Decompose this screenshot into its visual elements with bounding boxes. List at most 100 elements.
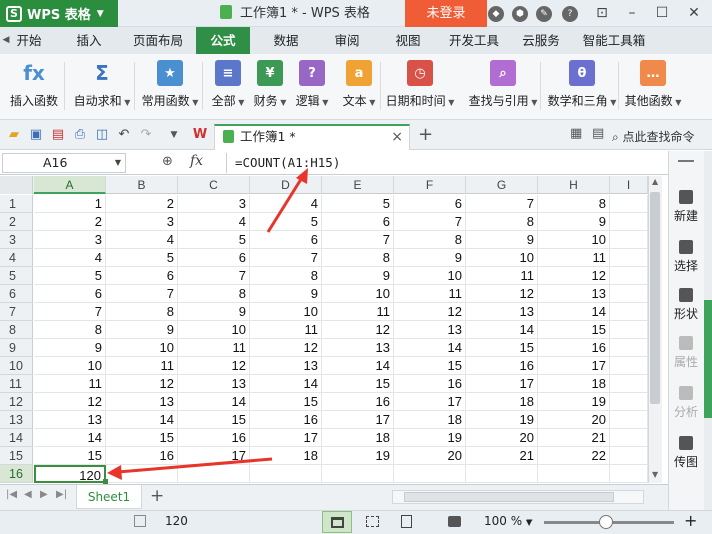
zoom-slider-handle[interactable] [599, 515, 613, 529]
normal-view-button[interactable] [322, 511, 352, 533]
cell-d4[interactable]: 7 [250, 249, 322, 267]
task-pane-select-button[interactable]: 选择 [668, 240, 704, 274]
row-header-1[interactable]: 1 [0, 195, 33, 213]
cell-h7[interactable]: 14 [538, 303, 610, 321]
cell-i8[interactable] [610, 321, 648, 339]
column-header-g[interactable]: G [466, 176, 538, 194]
cell-f5[interactable]: 10 [394, 267, 466, 285]
tab-smart-tools[interactable]: 智能工具箱 [578, 27, 650, 54]
row-header-8[interactable]: 8 [0, 321, 33, 339]
cell-c4[interactable]: 6 [178, 249, 250, 267]
cell-d15[interactable]: 18 [250, 447, 322, 465]
cell-f12[interactable]: 17 [394, 393, 466, 411]
cell-f10[interactable]: 15 [394, 357, 466, 375]
redo-icon[interactable]: ↷ [138, 127, 154, 143]
maximize-icon[interactable]: ☐ [648, 0, 676, 27]
settings-icon[interactable]: ⬢ [512, 6, 528, 22]
cell-a4[interactable]: 4 [34, 249, 106, 267]
cell-g14[interactable]: 20 [466, 429, 538, 447]
document-tab[interactable]: 工作簿1 * × [214, 124, 410, 150]
cell-c2[interactable]: 4 [178, 213, 250, 231]
ribbon-button-star-function[interactable]: ★ 常用函数 ▼ [138, 58, 202, 116]
cell-c10[interactable]: 12 [178, 357, 250, 375]
cell-b3[interactable]: 4 [106, 231, 178, 249]
cell-h8[interactable]: 15 [538, 321, 610, 339]
tile-windows-icon[interactable]: ▦ [570, 126, 582, 141]
cell-f2[interactable]: 7 [394, 213, 466, 231]
cell-f13[interactable]: 18 [394, 411, 466, 429]
skin-icon[interactable]: ◆ [488, 6, 504, 22]
cell-d8[interactable]: 11 [250, 321, 322, 339]
cell-g6[interactable]: 12 [466, 285, 538, 303]
tab-cloud[interactable]: 云服务 [516, 27, 566, 54]
cell-i4[interactable] [610, 249, 648, 267]
chevron-left-icon[interactable]: ◀ [0, 27, 12, 54]
cell-i3[interactable] [610, 231, 648, 249]
cell-e7[interactable]: 11 [322, 303, 394, 321]
cell-i11[interactable] [610, 375, 648, 393]
cell-a16[interactable]: 120 [34, 465, 106, 483]
login-button[interactable]: 未登录 [405, 0, 487, 27]
new-tab-button[interactable]: + [418, 124, 433, 145]
print-preview-icon[interactable]: ◫ [94, 127, 110, 143]
cell-c15[interactable]: 17 [178, 447, 250, 465]
cell-a14[interactable]: 14 [34, 429, 106, 447]
cell-d9[interactable]: 12 [250, 339, 322, 357]
cell-d3[interactable]: 6 [250, 231, 322, 249]
task-pane-shape-button[interactable]: 形状 [668, 288, 704, 322]
cell-i1[interactable] [610, 195, 648, 213]
cell-i14[interactable] [610, 429, 648, 447]
horizontal-scroll-thumb[interactable] [404, 492, 614, 502]
cell-i9[interactable] [610, 339, 648, 357]
cell-d2[interactable]: 5 [250, 213, 322, 231]
column-header-f[interactable]: F [394, 176, 466, 194]
column-header-h[interactable]: H [538, 176, 610, 194]
task-pane-analysis-button[interactable]: 分析 [668, 386, 704, 420]
cell-e13[interactable]: 17 [322, 411, 394, 429]
window-list-icon[interactable]: ▤ [592, 126, 604, 141]
row-header-16[interactable]: 16 [0, 465, 33, 483]
cell-b11[interactable]: 12 [106, 375, 178, 393]
zoom-out-icon[interactable]: – [526, 512, 533, 528]
ribbon-button-lookup[interactable]: ⌕ 查找与引用 ▼ [462, 58, 544, 116]
cell-e16[interactable] [322, 465, 394, 483]
add-sheet-button[interactable]: + [150, 486, 164, 506]
help-icon[interactable]: ? [562, 6, 578, 22]
cell-a11[interactable]: 11 [34, 375, 106, 393]
cell-f1[interactable]: 6 [394, 195, 466, 213]
last-sheet-icon[interactable]: ▶| [56, 489, 67, 500]
cell-i12[interactable] [610, 393, 648, 411]
vertical-scroll-thumb[interactable] [650, 192, 660, 404]
restore-ribbon-icon[interactable]: ⊡ [588, 0, 616, 27]
ribbon-button-logic[interactable]: ? 逻辑 ▼ [294, 58, 330, 116]
task-pane-toggle[interactable] [704, 300, 712, 418]
row-header-15[interactable]: 15 [0, 447, 33, 465]
cell-d13[interactable]: 16 [250, 411, 322, 429]
cell-h3[interactable]: 10 [538, 231, 610, 249]
column-header-e[interactable]: E [322, 176, 394, 194]
cell-b12[interactable]: 13 [106, 393, 178, 411]
select-all-corner[interactable] [0, 176, 33, 194]
next-sheet-icon[interactable]: ▶ [40, 489, 48, 500]
prev-sheet-icon[interactable]: ◀ [24, 489, 32, 500]
cell-b7[interactable]: 8 [106, 303, 178, 321]
cell-g7[interactable]: 13 [466, 303, 538, 321]
ribbon-button-clock[interactable]: ◷ 日期和时间 ▼ [384, 58, 456, 116]
ribbon-button-text[interactable]: a 文本 ▼ [336, 58, 382, 116]
cell-i6[interactable] [610, 285, 648, 303]
cell-d12[interactable]: 15 [250, 393, 322, 411]
cell-e5[interactable]: 9 [322, 267, 394, 285]
cell-i7[interactable] [610, 303, 648, 321]
column-header-a[interactable]: A [34, 176, 106, 194]
cell-c3[interactable]: 5 [178, 231, 250, 249]
cell-b13[interactable]: 14 [106, 411, 178, 429]
cell-g5[interactable]: 11 [466, 267, 538, 285]
cell-b5[interactable]: 6 [106, 267, 178, 285]
cell-f7[interactable]: 12 [394, 303, 466, 321]
export-pdf-icon[interactable]: ▤ [50, 127, 66, 143]
reading-mode-button[interactable] [440, 511, 470, 533]
tab-developer[interactable]: 开发工具 [444, 27, 504, 54]
cell-e6[interactable]: 10 [322, 285, 394, 303]
cell-e14[interactable]: 18 [322, 429, 394, 447]
task-pane-new-button[interactable]: 新建 [668, 190, 704, 224]
